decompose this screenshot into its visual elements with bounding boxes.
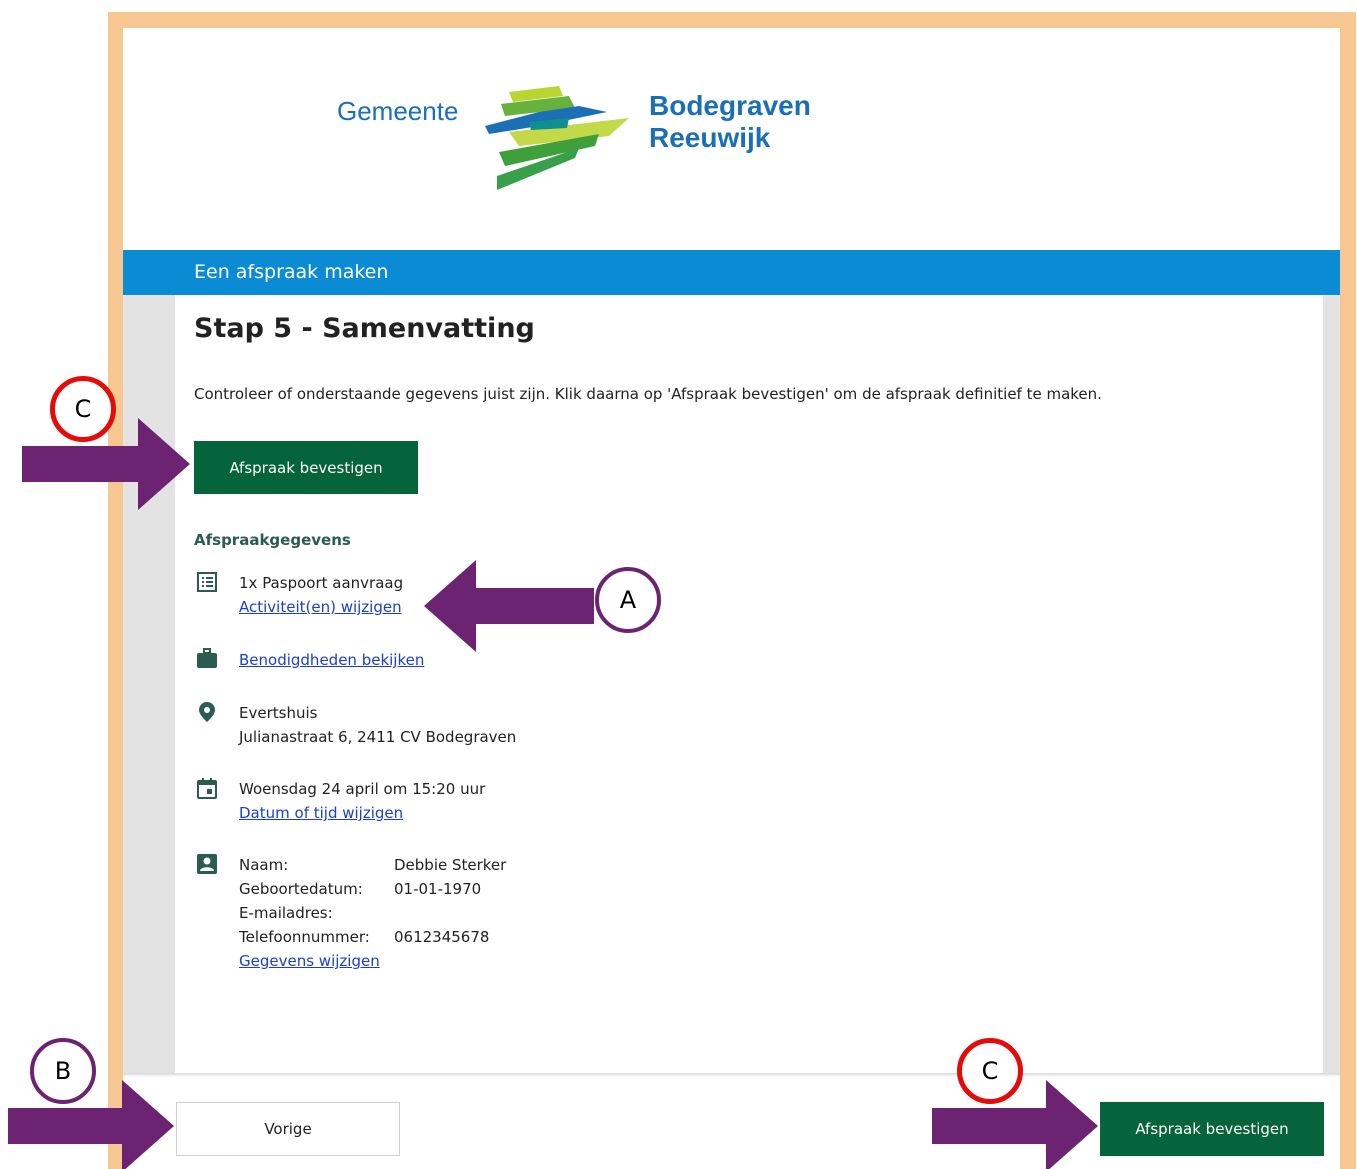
personal-info: Naam: Debbie Sterker Geboortedatum: 01-0… [239,853,506,949]
arrow-b [8,1080,174,1169]
briefcase-icon [197,648,217,668]
annotation-a: A [595,567,661,633]
arrow-c-top [22,418,190,510]
location-pin-icon [199,702,215,722]
left-gutter [123,295,175,1075]
arrow-c-bottom [932,1080,1098,1169]
name-value: Debbie Sterker [394,856,507,874]
logo-gemeente-text: Gemeente [337,96,459,126]
location-address: Julianastraat 6, 2411 CV Bodegraven [239,728,517,746]
header-bar-title: Een afspraak maken [194,261,389,283]
email-value [394,901,506,925]
annotation-c-top: C [50,376,116,442]
previous-button[interactable]: Vorige [176,1102,400,1156]
edit-datetime-link[interactable]: Datum of tijd wijzigen [239,804,403,822]
annotation-c-bottom: C [957,1038,1023,1104]
calendar-icon [197,778,217,799]
dob-label: Geboortedatum: [239,880,363,898]
edit-personal-link[interactable]: Gegevens wijzigen [239,952,380,970]
activity-text: 1x Paspoort aanvraag [239,574,404,592]
edit-activities-link[interactable]: Activiteit(en) wijzigen [239,598,402,616]
confirm-appointment-button-bottom[interactable]: Afspraak bevestigen [1100,1102,1324,1156]
name-label: Naam: [239,856,289,874]
logo-name-text: Bodegraven Reeuwijk [649,90,811,153]
location-name: Evertshuis [239,704,318,722]
phone-value: 0612345678 [394,928,490,946]
annotation-b: B [30,1038,96,1104]
section-title: Afspraakgegevens [194,531,351,549]
arrow-a [424,560,594,652]
header-bar: Een afspraak maken [123,250,1340,295]
municipality-logo: Gemeente Bodegraven Reeuwijk [337,78,937,228]
page: Gemeente Bodegraven Reeuwijk Een afspraa… [123,28,1340,1169]
logo-mark-icon [485,86,629,190]
footer-divider [123,1073,1340,1077]
summary-content: Stap 5 - Samenvatting Controleer of onde… [194,295,1314,1075]
phone-label: Telefoonnummer: [239,928,370,946]
page-title: Stap 5 - Samenvatting [194,313,535,344]
confirm-appointment-button-top[interactable]: Afspraak bevestigen [194,441,418,494]
contact-card-icon [197,854,217,874]
dob-value: 01-01-1970 [394,880,482,898]
datetime-text: Woensdag 24 april om 15:20 uur [239,780,486,798]
list-icon [197,572,217,592]
intro-text: Controleer of onderstaande gegevens juis… [194,385,1102,403]
email-label: E-mailadres: [239,904,333,922]
view-requirements-link[interactable]: Benodigdheden bekijken [239,651,424,669]
right-gutter [1323,295,1340,1075]
